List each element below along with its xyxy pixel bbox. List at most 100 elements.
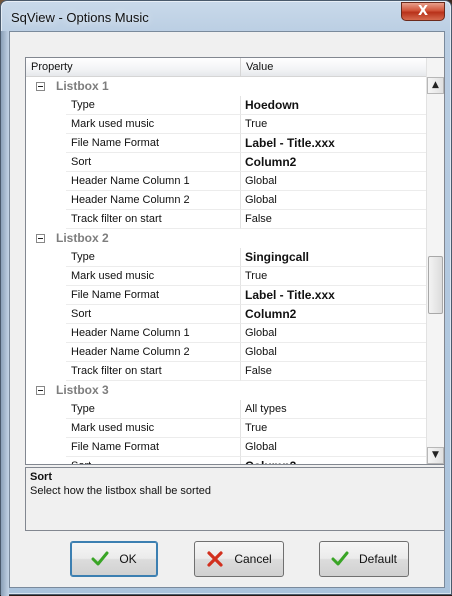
row-margin <box>26 438 66 457</box>
property-name[interactable]: Header Name Column 1 <box>66 324 241 343</box>
collapse-toggle-icon[interactable] <box>36 386 45 395</box>
arrow-up-icon: ▲ <box>432 80 439 90</box>
collapse-toggle-icon[interactable] <box>36 234 45 243</box>
property-value[interactable]: True <box>241 267 426 286</box>
row-margin <box>26 419 66 438</box>
row-margin <box>26 96 66 115</box>
property-value[interactable]: Global <box>241 438 426 457</box>
property-value[interactable]: Global <box>241 172 426 191</box>
property-row[interactable]: Type All types <box>26 400 426 419</box>
row-margin <box>26 210 66 229</box>
row-margin <box>26 400 66 419</box>
property-row[interactable]: Mark used music True <box>26 419 426 438</box>
property-row[interactable]: Mark used music True <box>26 267 426 286</box>
property-value[interactable]: All types <box>241 400 426 419</box>
property-value[interactable]: Column2 <box>241 153 426 172</box>
property-name[interactable]: Header Name Column 2 <box>66 343 241 362</box>
property-row[interactable]: File Name Format Label - Title.xxx <box>26 286 426 305</box>
property-name[interactable]: Type <box>66 96 241 115</box>
row-margin <box>26 134 66 153</box>
property-name[interactable]: Type <box>66 400 241 419</box>
property-value[interactable]: False <box>241 210 426 229</box>
property-value[interactable]: Column2 <box>241 305 426 324</box>
green-check-icon <box>91 551 109 566</box>
property-name[interactable]: Sort <box>66 153 241 172</box>
row-margin <box>26 362 66 381</box>
property-row[interactable]: SortColumn2 <box>26 457 426 464</box>
category-row[interactable]: Listbox 1 <box>26 77 426 96</box>
property-row[interactable]: Track filter on start False <box>26 210 426 229</box>
property-value[interactable]: False <box>241 362 426 381</box>
property-row[interactable]: Type Hoedown <box>26 96 426 115</box>
property-value[interactable]: Global <box>241 324 426 343</box>
property-name[interactable]: Sort <box>66 305 241 324</box>
scroll-down-button[interactable]: ▼ <box>427 447 444 464</box>
property-value[interactable]: Singingcall <box>241 248 426 267</box>
category-row[interactable]: Listbox 2 <box>26 229 426 248</box>
vertical-scrollbar[interactable]: ▲ ▼ <box>426 58 444 464</box>
property-row[interactable]: Track filter on start False <box>26 362 426 381</box>
property-row[interactable]: SortColumn2 <box>26 153 426 172</box>
property-value[interactable]: True <box>241 419 426 438</box>
category-label: Listbox 3 <box>56 383 109 397</box>
property-name[interactable]: File Name Format <box>66 134 241 153</box>
category-label: Listbox 2 <box>56 231 109 245</box>
category-label: Listbox 1 <box>56 79 109 93</box>
window-frame-edge <box>1 31 9 596</box>
property-name[interactable]: Header Name Column 2 <box>66 191 241 210</box>
property-value[interactable]: Label - Title.xxx <box>241 134 426 153</box>
property-name[interactable]: Mark used music <box>66 267 241 286</box>
row-margin <box>26 305 66 324</box>
row-margin <box>26 343 66 362</box>
property-row[interactable]: Header Name Column 1 Global <box>26 324 426 343</box>
property-name[interactable]: File Name Format <box>66 286 241 305</box>
property-name[interactable]: Track filter on start <box>66 210 241 229</box>
help-description: Select how the listbox shall be sorted <box>30 485 211 497</box>
property-row[interactable]: Type Singingcall <box>26 248 426 267</box>
property-grid-rows: Listbox 1 Type Hoedown Mark used music True F… <box>26 77 426 464</box>
property-value[interactable]: Global <box>241 191 426 210</box>
property-name[interactable]: Track filter on start <box>66 362 241 381</box>
property-row[interactable]: File Name Format Global <box>26 438 426 457</box>
property-name[interactable]: Type <box>66 248 241 267</box>
property-row[interactable]: Mark used music True <box>26 115 426 134</box>
property-row[interactable]: File Name Format Label - Title.xxx <box>26 134 426 153</box>
property-name[interactable]: Mark used music <box>66 115 241 134</box>
collapse-toggle-icon[interactable] <box>36 82 45 91</box>
cancel-button-label: Cancel <box>234 552 272 566</box>
scroll-up-button[interactable]: ▲ <box>427 77 444 94</box>
property-name[interactable]: Mark used music <box>66 419 241 438</box>
ok-button[interactable]: OK <box>70 541 158 577</box>
property-value[interactable]: Label - Title.xxx <box>241 286 426 305</box>
row-margin <box>26 267 66 286</box>
property-row[interactable]: Header Name Column 1 Global <box>26 172 426 191</box>
close-button[interactable]: X <box>401 2 445 21</box>
default-button-label: Default <box>358 552 398 566</box>
property-value[interactable]: Global <box>241 343 426 362</box>
cancel-button[interactable]: Cancel <box>194 541 284 577</box>
property-row[interactable]: Header Name Column 2 Global <box>26 191 426 210</box>
property-name[interactable]: Sort <box>66 457 241 464</box>
column-header-property[interactable]: Property <box>26 58 241 76</box>
column-header-value[interactable]: Value <box>241 58 426 76</box>
window-title: SqView - Options Music <box>11 10 149 25</box>
property-name[interactable]: File Name Format <box>66 438 241 457</box>
property-row[interactable]: Header Name Column 2 Global <box>26 343 426 362</box>
property-grid[interactable]: Property Value Listbox 1 Type Hoedown Mark … <box>25 57 445 465</box>
row-margin <box>26 286 66 305</box>
property-value[interactable]: Column2 <box>241 457 426 464</box>
row-margin <box>26 191 66 210</box>
property-row[interactable]: SortColumn2 <box>26 305 426 324</box>
property-value[interactable]: Hoedown <box>241 96 426 115</box>
row-margin <box>26 248 66 267</box>
close-icon: X <box>417 4 429 19</box>
red-x-icon <box>207 551 223 567</box>
default-button[interactable]: Default <box>319 541 409 577</box>
row-margin <box>26 457 66 464</box>
scrollbar-thumb[interactable] <box>428 256 443 314</box>
property-help-panel: Sort Select how the listbox shall be sor… <box>25 467 445 531</box>
property-name[interactable]: Header Name Column 1 <box>66 172 241 191</box>
property-value[interactable]: True <box>241 115 426 134</box>
options-music-dialog: SqView - Options Music X Property Value … <box>0 0 452 596</box>
category-row[interactable]: Listbox 3 <box>26 381 426 400</box>
